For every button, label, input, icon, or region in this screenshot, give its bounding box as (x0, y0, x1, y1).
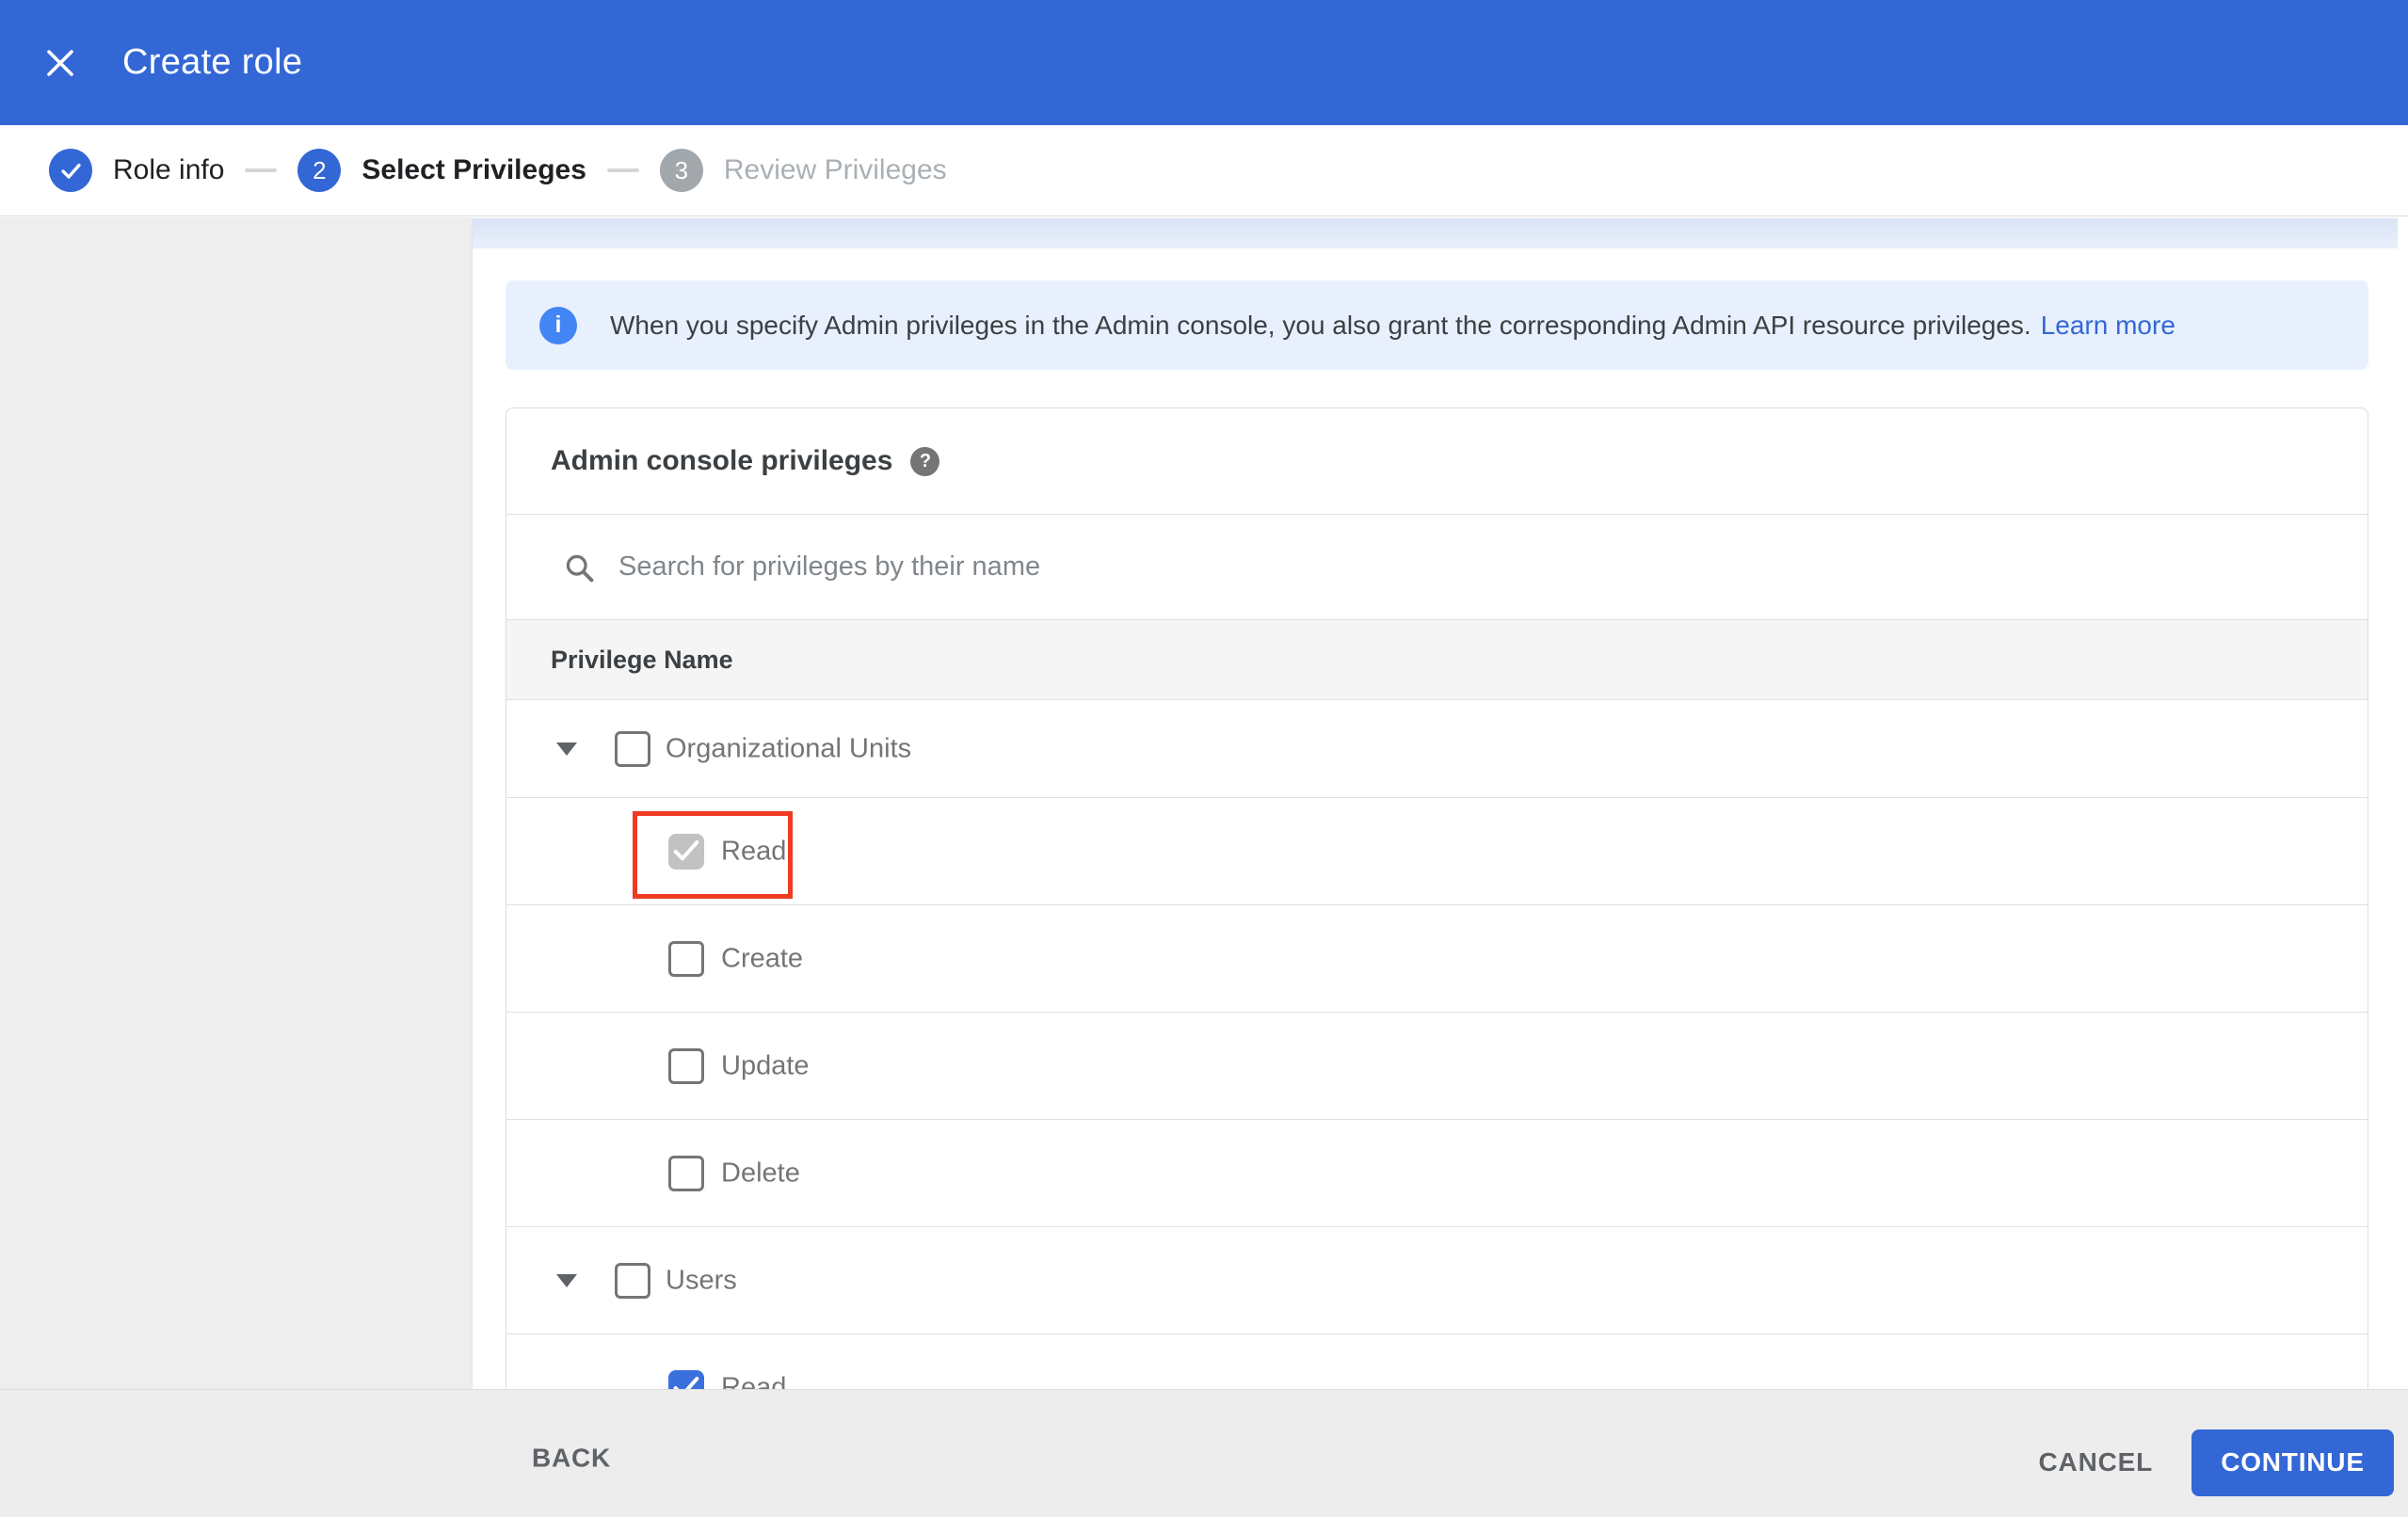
create-role-dialog: Create role Role info 2 Select Privilege… (0, 0, 2408, 1517)
checkbox-ou-update[interactable] (668, 1047, 704, 1084)
row-label: Users (666, 1265, 737, 1295)
left-rail (0, 217, 473, 1389)
close-icon[interactable] (45, 48, 75, 78)
help-icon[interactable]: ? (910, 446, 940, 476)
check-icon (60, 163, 81, 179)
row-label: Create (721, 943, 804, 973)
stepper: Role info 2 Select Privileges 3 Review P… (0, 125, 2408, 216)
step2-circle-active: 2 (297, 149, 342, 192)
checkbox-users[interactable] (615, 1262, 650, 1299)
dialog-title: Create role (122, 42, 303, 82)
table-header-row: Privilege Name (506, 619, 2368, 700)
step1-label: Role info (113, 154, 225, 185)
checkbox-ou-delete[interactable] (668, 1155, 704, 1191)
checkbox-ou-create[interactable] (668, 940, 704, 977)
step-select-privileges[interactable]: 2 Select Privileges (297, 149, 586, 192)
privilege-search-row (506, 514, 2368, 619)
step-role-info[interactable]: Role info (49, 149, 224, 192)
collapse-arrow-icon[interactable] (556, 742, 577, 756)
back-button[interactable]: BACK (532, 1443, 611, 1473)
info-banner-text: When you specify Admin privileges in the… (610, 310, 2031, 340)
red-highlight-box (633, 811, 793, 899)
step1-circle-complete (49, 149, 92, 192)
scroll-top-strip (473, 218, 2398, 248)
row-ou-update[interactable]: Update (506, 1013, 2368, 1120)
footer-action-bar: BACK CANCEL CONTINUE (0, 1389, 2408, 1517)
privilege-search-input[interactable] (618, 551, 2219, 583)
privileges-card: Admin console privileges ? Privilege Nam… (506, 407, 2368, 1442)
info-banner: i When you specify Admin privileges in t… (506, 280, 2368, 370)
continue-button[interactable]: CONTINUE (2191, 1429, 2394, 1496)
row-label: Organizational Units (666, 733, 912, 763)
card-title: Admin console privileges (551, 445, 893, 476)
row-organizational-units[interactable]: Organizational Units (506, 700, 2368, 798)
info-icon: i (539, 306, 577, 344)
cancel-button[interactable]: CANCEL (2039, 1447, 2153, 1477)
step3-label: Review Privileges (723, 154, 947, 185)
collapse-arrow-icon[interactable] (556, 1273, 577, 1287)
dialog-header: Create role (0, 0, 2408, 125)
privilege-name-column-header: Privilege Name (551, 645, 733, 674)
step-review-privileges[interactable]: 3 Review Privileges (659, 149, 947, 192)
checkbox-organizational-units[interactable] (615, 730, 650, 767)
search-icon (566, 554, 594, 582)
row-ou-delete[interactable]: Delete (506, 1120, 2368, 1227)
row-label: Update (721, 1050, 810, 1080)
step2-label: Select Privileges (361, 154, 586, 185)
card-title-row: Admin console privileges ? (506, 408, 2368, 514)
row-users[interactable]: Users (506, 1227, 2368, 1334)
step3-circle-upcoming: 3 (659, 149, 703, 192)
step-separator (245, 168, 278, 172)
row-ou-read[interactable]: Read (506, 798, 2368, 905)
row-ou-create[interactable]: Create (506, 905, 2368, 1013)
footer-right-actions: CANCEL CONTINUE (2039, 1390, 2394, 1517)
step-separator (606, 168, 639, 172)
main-content: i When you specify Admin privileges in t… (473, 217, 2408, 1442)
learn-more-link[interactable]: Learn more (2041, 311, 2175, 341)
row-label: Delete (721, 1158, 800, 1188)
